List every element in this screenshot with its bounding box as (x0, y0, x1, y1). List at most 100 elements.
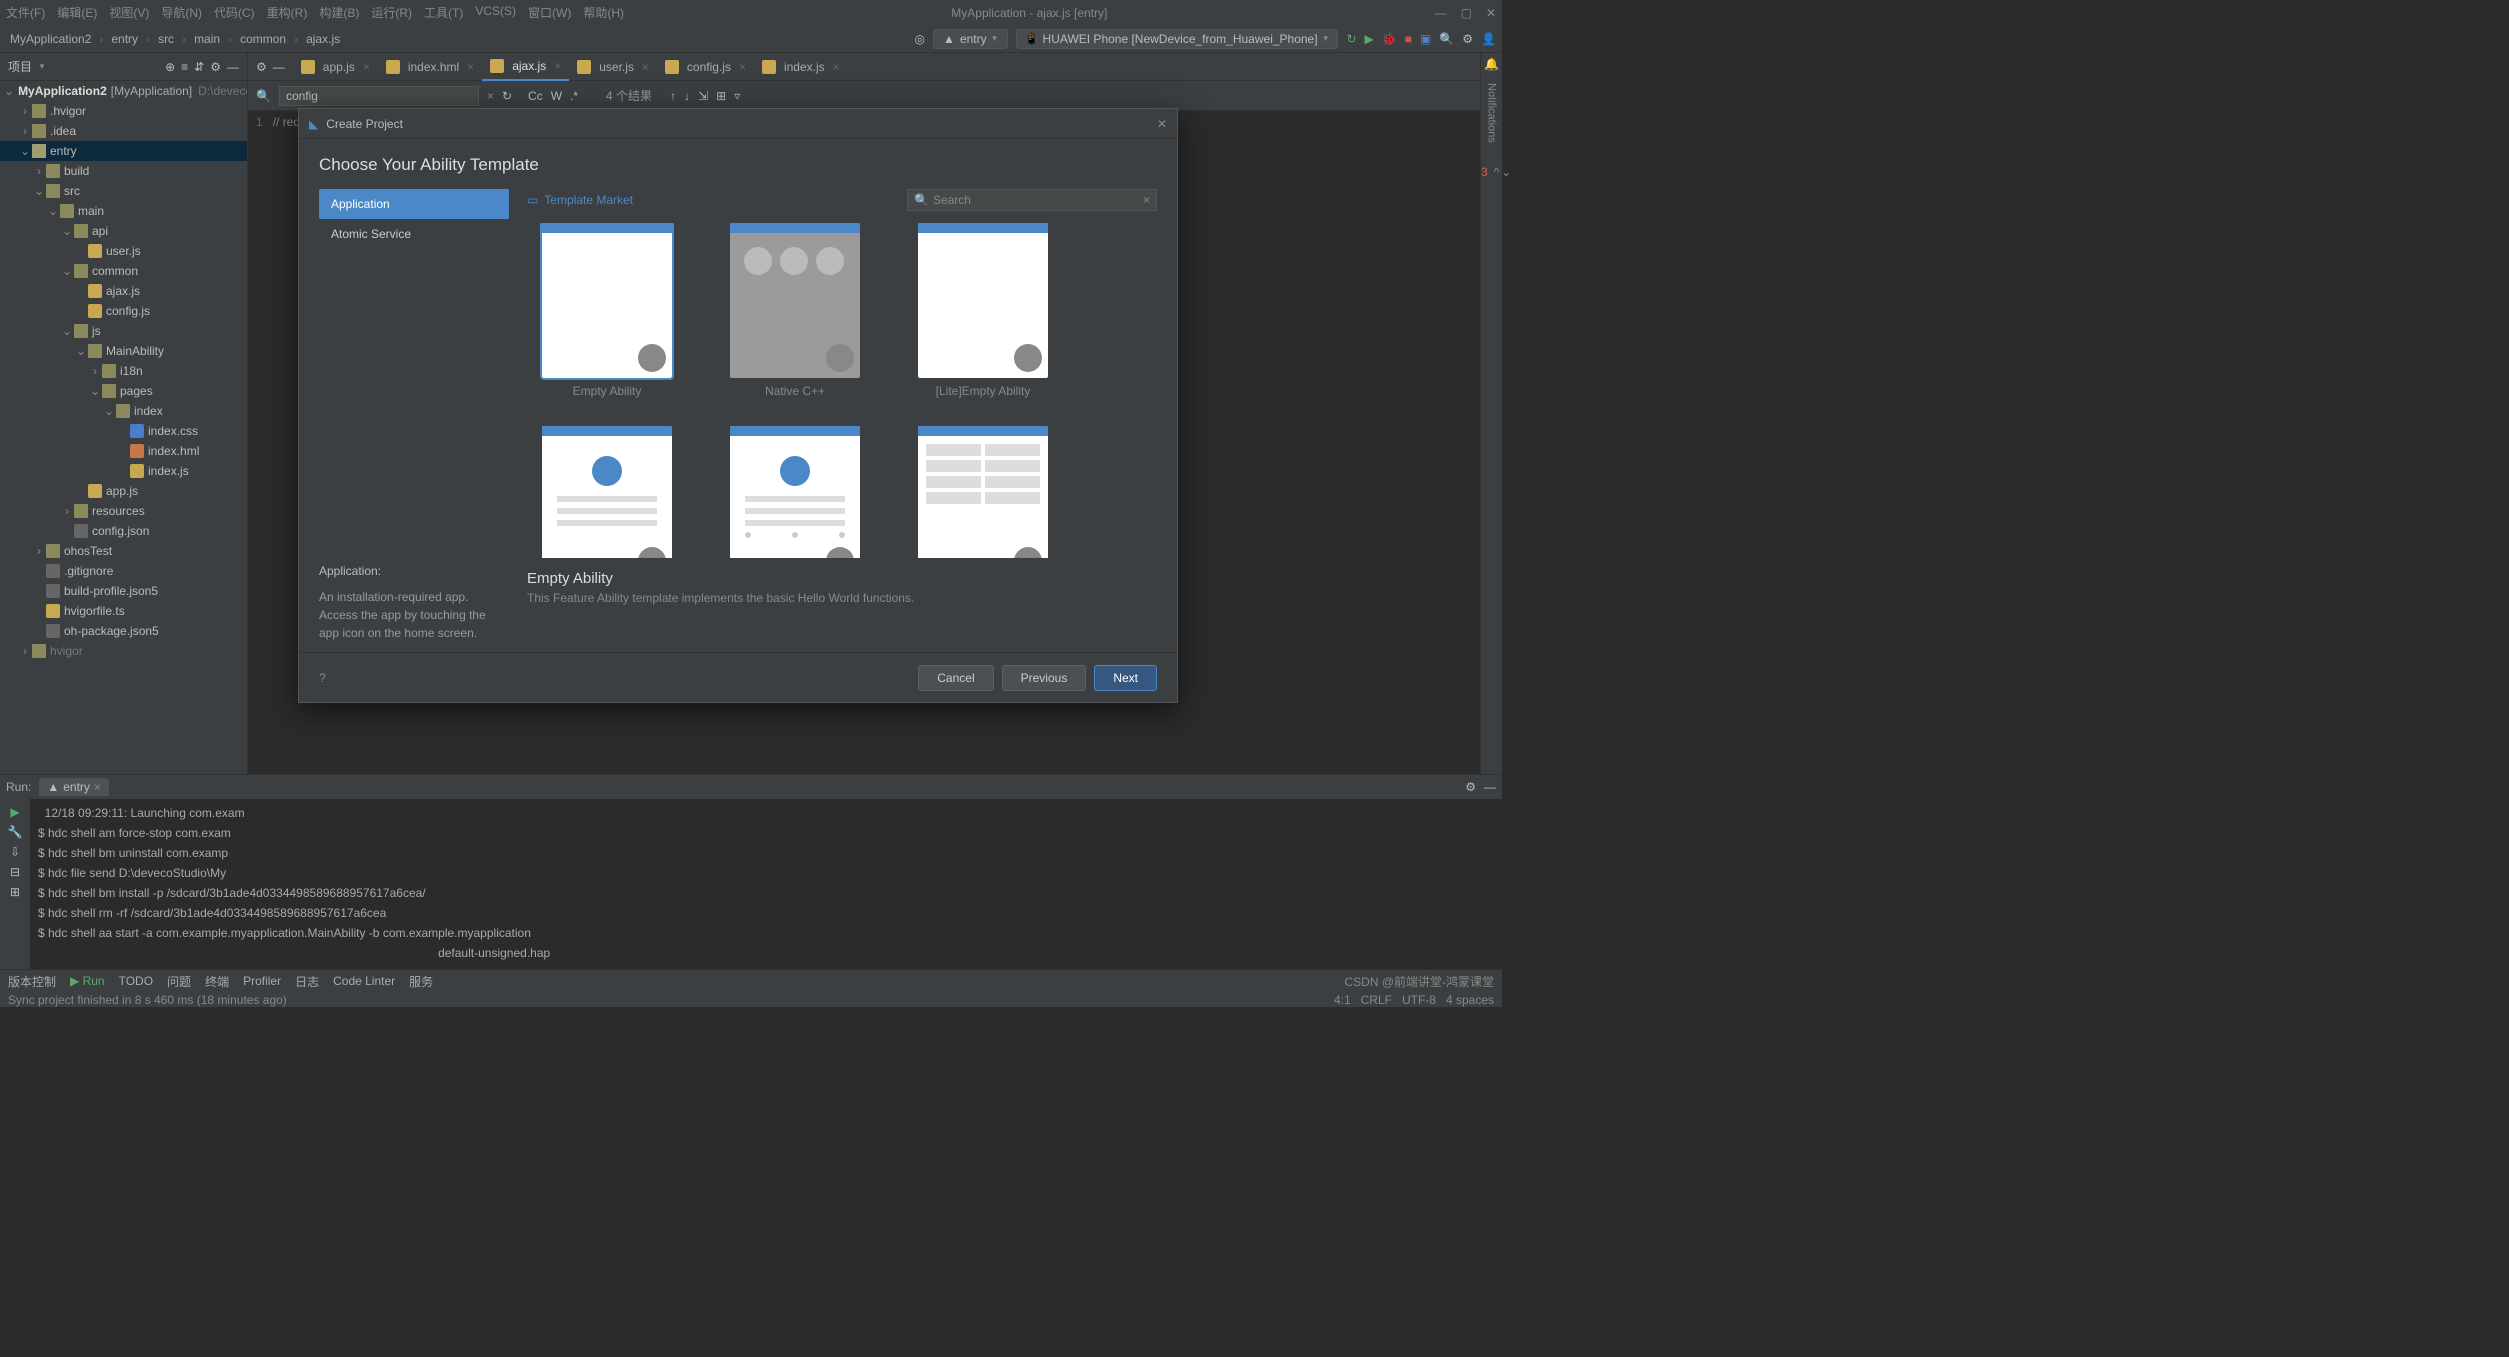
find-history-icon[interactable]: ↻ (502, 89, 512, 103)
tab-close-icon[interactable]: × (467, 60, 474, 74)
menu-item[interactable]: 文件(F) (6, 4, 45, 21)
breadcrumb-item[interactable]: ajax.js (302, 30, 344, 48)
tree-row[interactable]: ⌄js (0, 321, 247, 341)
tree-row[interactable]: build-profile.json5 (0, 581, 247, 601)
tree-arrow-icon[interactable]: ⌄ (18, 144, 32, 158)
tree-arrow-icon[interactable]: › (32, 544, 46, 558)
tree-arrow-icon[interactable]: ⌄ (32, 184, 46, 198)
template-item[interactable]: Empty Ability (527, 223, 687, 398)
tree-row[interactable]: ajax.js (0, 281, 247, 301)
template-item[interactable] (715, 426, 875, 558)
tree-arrow-icon[interactable]: ⌄ (46, 204, 60, 218)
category-application[interactable]: Application (319, 189, 509, 219)
template-item[interactable] (903, 426, 1063, 558)
help-icon[interactable]: ? (319, 671, 326, 685)
breadcrumb-item[interactable]: main (190, 30, 224, 48)
gear-icon[interactable]: ⚙ (210, 60, 221, 74)
status-item[interactable]: UTF-8 (1402, 993, 1436, 1007)
match-case-toggle[interactable]: Cc (528, 89, 543, 103)
word-toggle[interactable]: W (551, 89, 562, 103)
tree-row[interactable]: app.js (0, 481, 247, 501)
run-icon[interactable]: ▶ (1365, 32, 1374, 46)
menu-item[interactable]: 重构(R) (267, 4, 308, 21)
expand-icon[interactable]: ≡ (181, 60, 188, 74)
breadcrumb-item[interactable]: entry (107, 30, 142, 48)
tab-close-icon[interactable]: × (554, 59, 561, 73)
bottom-tool-终端[interactable]: 终端 (205, 973, 229, 990)
tree-row[interactable]: ⌄api (0, 221, 247, 241)
menu-item[interactable]: VCS(S) (475, 4, 516, 21)
folder-icon[interactable]: ▣ (1420, 32, 1431, 46)
editor-tab[interactable]: index.hml× (378, 53, 482, 81)
tree-row[interactable]: config.json (0, 521, 247, 541)
device-selector[interactable]: 📱HUAWEI Phone [NewDevice_from_Huawei_Pho… (1016, 29, 1339, 49)
bottom-tool-版本控制[interactable]: 版本控制 (8, 973, 56, 990)
tree-row[interactable]: ›.hvigor (0, 101, 247, 121)
avatar-icon[interactable]: 👤 (1481, 32, 1496, 46)
run-tab[interactable]: ▲entry× (39, 778, 109, 796)
tree-row[interactable]: ›.idea (0, 121, 247, 141)
tree-arrow-icon[interactable]: ⌄ (60, 264, 74, 278)
editor-tab[interactable]: app.js× (293, 53, 378, 81)
run-output[interactable]: 12/18 09:29:11: Launching com.exam $ hdc… (30, 799, 1502, 969)
select-all-icon[interactable]: ⇲ (698, 89, 708, 103)
menu-item[interactable]: 运行(R) (371, 4, 412, 21)
regex-toggle[interactable]: .* (570, 89, 578, 103)
tree-row[interactable]: ⌄main (0, 201, 247, 221)
bottom-tool-问题[interactable]: 问题 (167, 973, 191, 990)
target-icon[interactable]: ◎ (914, 32, 924, 46)
tree-arrow-icon[interactable]: ⌄ (74, 344, 88, 358)
breadcrumb-item[interactable]: common (236, 30, 290, 48)
tree-row[interactable]: oh-package.json5 (0, 621, 247, 641)
menu-item[interactable]: 视图(V) (109, 4, 149, 21)
status-item[interactable]: 4 spaces (1446, 993, 1494, 1007)
project-tree[interactable]: ⌄ MyApplication2 [MyApplication] D:\deve… (0, 81, 247, 774)
debug-icon[interactable]: 🐞 (1382, 32, 1397, 46)
search-icon[interactable]: 🔍 (1439, 32, 1454, 46)
tree-row[interactable]: config.js (0, 301, 247, 321)
editor-tab[interactable]: config.js× (657, 53, 754, 81)
add-selection-icon[interactable]: ⊞ (716, 89, 726, 103)
bottom-tool-todo[interactable]: TODO (119, 974, 153, 988)
menu-item[interactable]: 窗口(W) (528, 4, 571, 21)
tree-row[interactable]: user.js (0, 241, 247, 261)
tree-row[interactable]: ⌄src (0, 181, 247, 201)
bottom-tool-run[interactable]: ▶ Run (70, 974, 105, 988)
run-down-icon[interactable]: ⇩ (10, 845, 20, 859)
filter-icon[interactable]: ▿ (734, 89, 740, 103)
menu-item[interactable]: 导航(N) (161, 4, 202, 21)
menu-item[interactable]: 帮助(H) (583, 4, 624, 21)
status-item[interactable]: CRLF (1361, 993, 1392, 1007)
tab-close-icon[interactable]: × (642, 60, 649, 74)
locate-icon[interactable]: ⊕ (165, 60, 175, 74)
maximize-icon[interactable]: ▢ (1461, 6, 1472, 20)
tree-arrow-icon[interactable]: › (60, 504, 74, 518)
editor-tab[interactable]: user.js× (569, 53, 657, 81)
tree-row[interactable]: ⌄common (0, 261, 247, 281)
menu-item[interactable]: 编辑(E) (57, 4, 97, 21)
tree-row[interactable]: index.js (0, 461, 247, 481)
tree-row[interactable]: ›ohosTest (0, 541, 247, 561)
run-hide-icon[interactable]: — (1484, 780, 1496, 794)
tree-arrow-icon[interactable]: ⌄ (88, 384, 102, 398)
editor-tab[interactable]: ajax.js× (482, 53, 569, 81)
tree-arrow-icon[interactable]: ⌄ (102, 404, 116, 418)
breadcrumb-item[interactable]: src (154, 30, 178, 48)
modal-close-icon[interactable]: ✕ (1157, 117, 1167, 131)
tree-row[interactable]: ⌄pages (0, 381, 247, 401)
tree-arrow-icon[interactable]: ⌄ (60, 324, 74, 338)
tree-row[interactable]: ›hvigor (0, 641, 247, 661)
tree-arrow-icon[interactable]: › (18, 644, 32, 658)
find-prev-icon[interactable]: ↑ (670, 89, 676, 103)
settings-icon[interactable]: ⚙ (1462, 32, 1473, 46)
tree-row[interactable]: ⌄MainAbility (0, 341, 247, 361)
tree-arrow-icon[interactable]: › (32, 164, 46, 178)
stop-icon[interactable]: ■ (1405, 32, 1412, 46)
bottom-tool-服务[interactable]: 服务 (409, 973, 433, 990)
tab-close-icon[interactable]: × (739, 60, 746, 74)
minimize-icon[interactable]: — (1435, 6, 1447, 20)
bottom-tool-profiler[interactable]: Profiler (243, 974, 281, 988)
collapse-icon[interactable]: ⇵ (194, 60, 204, 74)
tree-arrow-icon[interactable]: › (18, 104, 32, 118)
tree-arrow-icon[interactable]: › (88, 364, 102, 378)
